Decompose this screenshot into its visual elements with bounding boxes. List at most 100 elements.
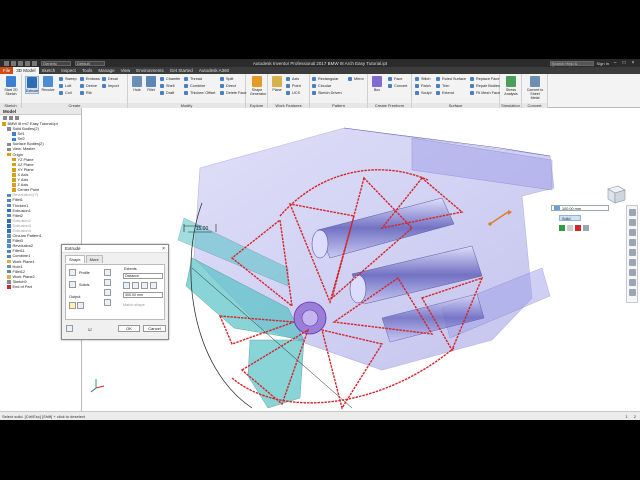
asymmetric-button[interactable] (150, 282, 157, 289)
material-combo[interactable]: Generic (41, 60, 71, 66)
trim-button[interactable]: Trim (436, 83, 449, 89)
replace-face-button[interactable]: Replace Face (470, 76, 499, 82)
save-icon[interactable] (18, 60, 23, 66)
extents-dropdown[interactable]: Distance (123, 273, 163, 279)
dimension-value[interactable]: 15.00 (196, 226, 209, 232)
undo-icon[interactable] (25, 60, 30, 66)
search-icon[interactable] (9, 116, 13, 120)
circular-pattern-button[interactable]: Circular (312, 83, 331, 89)
preview-checkbox[interactable]: ☑ (88, 327, 91, 332)
direction-2-button[interactable] (132, 282, 139, 289)
sculpt-button[interactable]: Sculpt (415, 90, 432, 96)
convert-freeform-button[interactable]: Convert (388, 83, 407, 89)
cut-button[interactable] (104, 279, 111, 286)
point-button[interactable]: Point (286, 83, 301, 89)
pan-icon[interactable] (628, 219, 636, 226)
ruled-surface-button[interactable]: Ruled Surface (436, 76, 466, 82)
stress-analysis-button[interactable]: Stress Analysis (504, 76, 518, 96)
face-button[interactable]: Face (388, 76, 402, 82)
tab-view[interactable]: View (118, 67, 134, 74)
ok-check-icon[interactable] (559, 225, 565, 231)
maximize-icon[interactable]: □ (621, 60, 627, 66)
distance-input[interactable]: 300.00 mm (123, 292, 163, 298)
tab-more[interactable]: More (85, 255, 103, 263)
apply-icon[interactable] (567, 225, 573, 231)
open-icon[interactable] (11, 60, 16, 66)
fillet-button[interactable]: Fillet (144, 76, 158, 92)
output-surface-button[interactable] (77, 302, 84, 309)
loft-button[interactable]: Loft (59, 83, 71, 89)
hole-button[interactable]: Hole (130, 76, 144, 92)
rectangular-pattern-button[interactable]: Rectangular (312, 76, 338, 82)
minimize-icon[interactable]: – (612, 60, 618, 66)
plane-button[interactable]: Plane (270, 76, 284, 92)
rib-button[interactable]: Rib (80, 90, 92, 96)
arrow-handle[interactable] (488, 222, 492, 226)
revolve-button[interactable]: Revolve (41, 76, 55, 92)
direction-1-button[interactable] (123, 282, 130, 289)
sweep-button[interactable]: Sweep (59, 76, 77, 82)
match-shape-label[interactable]: Match shape (123, 303, 145, 307)
extend-button[interactable]: Extend (436, 90, 454, 96)
tab-tools[interactable]: Tools (79, 67, 96, 74)
axis-button[interactable]: Axis (286, 76, 299, 82)
cancel-x-icon[interactable] (575, 225, 581, 231)
thicken-offset-button[interactable]: Thicken/ Offset (184, 90, 215, 96)
help-icon[interactable] (66, 325, 73, 332)
new-icon[interactable] (4, 60, 9, 66)
dialog-close-icon[interactable]: × (162, 245, 165, 253)
start-2d-sketch-button[interactable]: Start 2D Sketch (4, 76, 18, 96)
tab-file[interactable]: File (0, 67, 14, 74)
steering-wheel-icon[interactable] (628, 209, 636, 216)
new-solid-button[interactable] (104, 299, 111, 306)
shape-generator-button[interactable]: Shape Generator (250, 76, 266, 96)
ok-button[interactable]: OK (118, 325, 140, 332)
ucs-button[interactable]: UCS (286, 90, 300, 96)
fit-mesh-face-button[interactable]: Fit Mesh Face (470, 90, 500, 96)
patch-button[interactable]: Patch (415, 83, 431, 89)
tab-inspect[interactable]: Inspect (58, 67, 79, 74)
stitch-button[interactable]: Stitch (415, 76, 431, 82)
zoom-all-icon[interactable] (628, 259, 636, 266)
shell-button[interactable]: Shell (160, 83, 174, 89)
decal-button[interactable]: Decal (102, 76, 118, 82)
appearance-combo[interactable]: Default (75, 60, 105, 66)
hub-center[interactable] (301, 309, 319, 327)
filter-icon[interactable] (3, 116, 7, 120)
mirror-button[interactable]: Mirror (348, 76, 364, 82)
output-solid-button[interactable] (69, 302, 76, 309)
derive-button[interactable]: Derive (80, 83, 97, 89)
delete-face-button[interactable]: Delete Face (220, 90, 246, 96)
dialog-titlebar[interactable]: Extrude × (62, 245, 168, 253)
tab-sketch[interactable]: Sketch (39, 67, 59, 74)
direct-button[interactable]: Direct (220, 83, 236, 89)
thread-button[interactable]: Thread (184, 76, 202, 82)
emboss-button[interactable]: Emboss (80, 76, 100, 82)
mini-distance-input[interactable]: 100.00 mm (562, 207, 581, 211)
zoom-icon[interactable] (628, 229, 636, 236)
cancel-button[interactable]: Cancel (143, 325, 166, 332)
view-cube[interactable] (604, 182, 628, 206)
view-face-icon[interactable] (628, 289, 636, 296)
orbit-icon[interactable] (628, 239, 636, 246)
redo-icon[interactable] (32, 60, 37, 66)
convert-to-sheet-metal-button[interactable]: Convert to Sheet Metal (526, 76, 544, 100)
menu-icon[interactable] (15, 116, 19, 120)
zoom-window-icon[interactable] (628, 269, 636, 276)
tab-autodesk-a360[interactable]: Autodesk A360 (196, 67, 232, 74)
coil-button[interactable]: Coil (59, 90, 72, 96)
extrude-button[interactable]: Extrude (25, 76, 39, 94)
combine-button[interactable]: Combine (184, 83, 205, 89)
sign-in-link[interactable]: Sign In (597, 61, 609, 66)
sketch-driven-pattern-button[interactable]: Sketch Driven (312, 90, 342, 96)
box-button[interactable]: Box (370, 76, 384, 92)
import-button[interactable]: Import (102, 83, 119, 89)
tab-environments[interactable]: Environments (133, 67, 167, 74)
tab-manage[interactable]: Manage (95, 67, 117, 74)
chamfer-button[interactable]: Chamfer (160, 76, 181, 82)
profile-select-button[interactable] (69, 269, 76, 276)
mini-output-selector[interactable]: Solid (559, 215, 581, 221)
intersect-button[interactable] (104, 289, 111, 296)
repair-bodies-button[interactable]: Repair Bodies (470, 83, 500, 89)
solids-select-button[interactable] (69, 281, 76, 288)
